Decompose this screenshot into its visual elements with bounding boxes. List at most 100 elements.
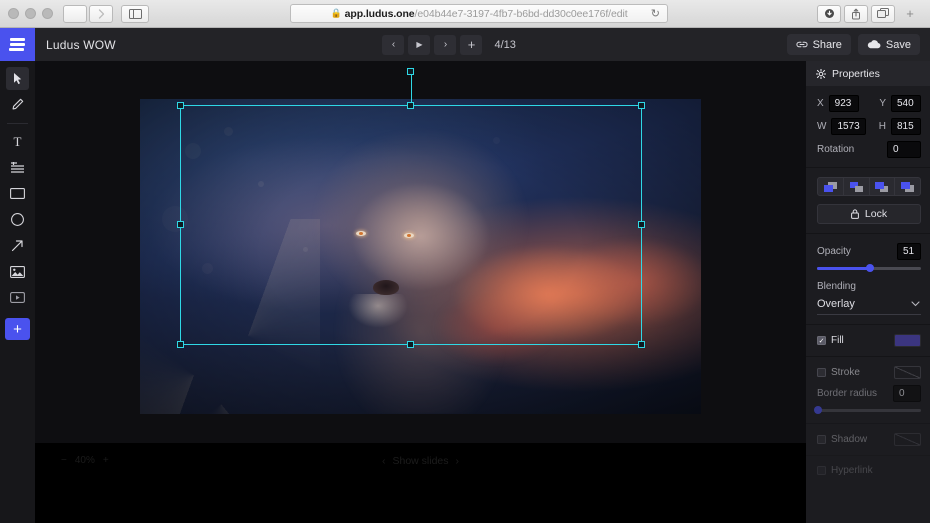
hyperlink-checkbox[interactable]: [817, 466, 826, 475]
chevron-down-icon: [911, 301, 920, 307]
browser-toolbar-right: +: [817, 4, 922, 23]
zoom-controls: − 40% +: [61, 455, 109, 466]
rotation-input[interactable]: 0: [887, 141, 921, 158]
canvas-area[interactable]: − 40% + ‹ Show slides ›: [35, 61, 806, 523]
shadow-label: Shadow: [831, 434, 868, 445]
arrow-tool[interactable]: [6, 234, 29, 257]
save-button-label: Save: [885, 38, 911, 51]
image-tool[interactable]: [6, 260, 29, 283]
pen-tool[interactable]: [6, 93, 29, 116]
stroke-checkbox[interactable]: [817, 368, 826, 377]
rectangle-tool[interactable]: [6, 182, 29, 205]
height-input[interactable]: 815: [891, 118, 921, 135]
reload-icon[interactable]: ↻: [651, 7, 660, 20]
text-tool[interactable]: T: [6, 130, 29, 153]
maximize-window-button[interactable]: [42, 8, 53, 19]
border-radius-label: Border radius: [817, 388, 878, 399]
zoom-out-button[interactable]: −: [61, 455, 67, 466]
present-play-button[interactable]: ▶: [408, 34, 431, 55]
lock-button[interactable]: Lock: [817, 204, 921, 224]
downloads-icon[interactable]: [817, 4, 841, 23]
h-label: H: [878, 121, 886, 132]
width-input[interactable]: 1573: [831, 118, 866, 135]
ellipse-tool[interactable]: [6, 208, 29, 231]
arrange-section: Lock: [806, 168, 930, 234]
app-toolbar: Ludus WOW ‹ ▶ › + 4/13 Share Save: [0, 28, 930, 61]
add-element-button[interactable]: +: [5, 318, 30, 340]
tabs-overview-icon[interactable]: [871, 4, 895, 23]
send-backward-button[interactable]: [843, 177, 870, 196]
properties-panel-header: Properties: [806, 61, 930, 86]
share-button-label: Share: [812, 38, 842, 51]
blending-label: Blending: [817, 281, 856, 292]
opacity-slider[interactable]: [817, 264, 921, 272]
hyperlink-label: Hyperlink: [831, 465, 873, 476]
previous-slide-button[interactable]: ‹: [382, 34, 405, 55]
y-input[interactable]: 540: [891, 95, 921, 112]
next-slide-button[interactable]: ›: [434, 34, 457, 55]
rotation-handle[interactable]: [407, 68, 414, 75]
slide-counter: 4/13: [494, 38, 516, 51]
fill-checkbox[interactable]: ✓: [817, 336, 826, 345]
url-text: app.ludus.one/e04b44e7-3197-4fb7-b6bd-dd…: [345, 8, 628, 20]
fill-section: ✓ Fill: [806, 325, 930, 357]
transform-section: X 923 Y 540 W 1573 H 815 Rotation 0: [806, 86, 930, 168]
forward-icon[interactable]: [89, 4, 113, 23]
fill-color-swatch[interactable]: [894, 334, 921, 347]
tool-divider: [7, 123, 28, 124]
blending-select[interactable]: Overlay: [817, 295, 921, 315]
border-radius-input[interactable]: 0: [893, 385, 921, 402]
hamburger-icon[interactable]: [0, 28, 35, 61]
opacity-label: Opacity: [817, 246, 851, 257]
bring-to-front-button[interactable]: [895, 177, 921, 196]
properties-panel: Properties X 923 Y 540 W 1573 H 815 Rota…: [806, 61, 930, 523]
add-slide-button[interactable]: +: [460, 34, 483, 55]
select-tool[interactable]: [6, 67, 29, 90]
link-icon: [795, 40, 808, 49]
url-host: app.ludus.one: [344, 7, 415, 20]
share-button[interactable]: Share: [786, 34, 851, 55]
padlock-icon: [851, 209, 859, 219]
zoom-in-button[interactable]: +: [103, 455, 109, 466]
x-label: X: [817, 98, 824, 109]
fill-label: Fill: [831, 335, 844, 346]
opacity-input[interactable]: 51: [897, 243, 921, 260]
layer-order-buttons: [817, 177, 921, 196]
lock-button-label: Lock: [864, 208, 888, 220]
canvas-bottom-bar: − 40% + ‹ Show slides ›: [35, 443, 806, 523]
stroke-color-swatch[interactable]: [894, 366, 921, 379]
show-slides-left-icon[interactable]: ‹: [382, 455, 386, 467]
show-slides-right-icon[interactable]: ›: [456, 455, 460, 467]
slide-navigation: ‹ ▶ › + 4/13: [382, 34, 519, 55]
cloud-icon: [867, 40, 881, 49]
show-slides-control[interactable]: ‹ Show slides ›: [382, 455, 459, 467]
properties-title: Properties: [832, 67, 880, 80]
save-button[interactable]: Save: [857, 34, 920, 55]
close-window-button[interactable]: [8, 8, 19, 19]
x-input[interactable]: 923: [828, 95, 859, 112]
shadow-checkbox[interactable]: [817, 435, 826, 444]
url-path: /e04b44e7-3197-4fb7-b6bd-dd30c0ee176f/ed…: [414, 7, 628, 20]
list-tool[interactable]: [6, 156, 29, 179]
stroke-section: Stroke Border radius 0: [806, 357, 930, 424]
shadow-color-swatch[interactable]: [894, 433, 921, 446]
new-tab-icon[interactable]: +: [898, 5, 922, 23]
shadow-section: Shadow: [806, 424, 930, 456]
browser-nav-buttons: chevron-left-icon: [63, 4, 113, 23]
slide-canvas[interactable]: [140, 99, 701, 414]
back-icon[interactable]: chevron-left-icon: [63, 4, 87, 23]
ludus-editor-window: chevron-left-icon 🔒 app.ludus.one/e04b44…: [0, 0, 930, 523]
stroke-label: Stroke: [831, 367, 860, 378]
address-bar[interactable]: 🔒 app.ludus.one/e04b44e7-3197-4fb7-b6bd-…: [290, 4, 668, 23]
send-to-back-button[interactable]: [817, 177, 844, 196]
bring-forward-button[interactable]: [869, 177, 896, 196]
w-label: W: [817, 121, 827, 132]
border-radius-slider[interactable]: [814, 406, 921, 414]
address-bar-container: 🔒 app.ludus.one/e04b44e7-3197-4fb7-b6bd-…: [149, 4, 809, 23]
minimize-window-button[interactable]: [25, 8, 36, 19]
y-label: Y: [879, 98, 886, 109]
video-tool[interactable]: [6, 286, 29, 309]
share-icon[interactable]: [844, 4, 868, 23]
sidebar-toggle-icon[interactable]: [121, 4, 149, 23]
document-title: Ludus WOW: [46, 37, 116, 52]
